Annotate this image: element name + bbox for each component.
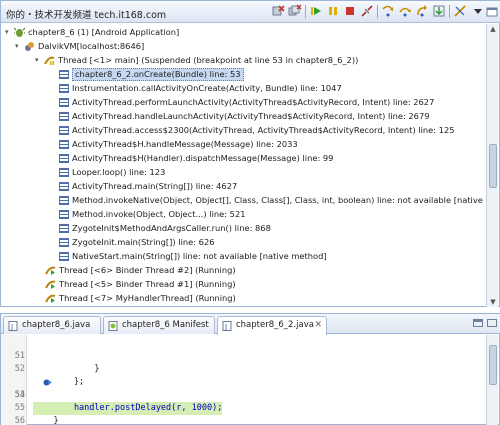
- code-line: 51 }: [1, 337, 487, 374]
- collapse-icon[interactable]: ▾: [35, 57, 42, 64]
- code-line: 55 }: [1, 389, 487, 425]
- toolbar-separator: [449, 5, 450, 18]
- java-file-icon: J: [222, 321, 232, 331]
- java-file-icon: J: [8, 321, 18, 331]
- stack-frame-label: ActivityThread.main(String[]) line: 4627: [72, 181, 238, 191]
- tab-chapter8-6-manifest[interactable]: chapter8_6 Manifest: [103, 316, 215, 334]
- stack-frame-icon: [59, 224, 69, 233]
- disconnect-icon[interactable]: [360, 4, 374, 18]
- suspend-icon[interactable]: [326, 4, 340, 18]
- stack-frame-label: Method.invoke(Object, Object...) line: 5…: [72, 209, 246, 219]
- code-line: 56 }: [1, 402, 487, 425]
- tab-chapter8-6-2-java[interactable]: J chapter8_6_2.java ✕: [217, 316, 327, 335]
- running-thread-icon: [45, 265, 56, 276]
- stack-frame-label: ActivityThread.handleLaunchActivity(Acti…: [72, 111, 430, 121]
- code-editor: J chapter8_6.java chapter8_6 Manifest J …: [0, 313, 500, 425]
- minimize-view-icon[interactable]: [485, 4, 499, 18]
- stack-frame-label: ZygoteInit.main(String[]) line: 626: [72, 237, 215, 247]
- scrollbar-thumb[interactable]: [489, 144, 497, 188]
- stack-frame-icon: [59, 196, 69, 205]
- breakpoint-icon[interactable]: [2, 365, 52, 386]
- stack-frame-icon: [59, 98, 69, 107]
- tab-label: chapter8_6 Manifest: [122, 320, 209, 330]
- scrollbar-thumb[interactable]: [489, 345, 497, 385]
- stack-frame-icon: [59, 112, 69, 121]
- stack-frame-icon: [59, 140, 69, 149]
- step-over-icon[interactable]: [398, 4, 412, 18]
- use-step-filters-icon[interactable]: [453, 4, 467, 18]
- code-area[interactable]: 51 } 52 }; 53 handler.postDelayed(r, 100…: [1, 335, 500, 425]
- minimize-editor-icon[interactable]: [473, 319, 483, 327]
- collapse-icon[interactable]: ▾: [5, 29, 12, 36]
- vertical-scrollbar[interactable]: ▲ ▼: [486, 24, 498, 307]
- stack-frame-label: NativeStart.main(String[]) line: not ava…: [72, 251, 327, 261]
- tree-label: Thread [<7> MyHandlerThread] (Running): [59, 293, 236, 303]
- stack-frame-icon: [59, 182, 69, 191]
- stack-frame-icon: [59, 70, 69, 79]
- remove-terminated-icon[interactable]: [271, 4, 285, 18]
- debug-target-icon: [24, 41, 35, 52]
- svg-text:J: J: [10, 323, 13, 331]
- stack-frame-icon: [59, 210, 69, 219]
- running-thread-icon: [45, 293, 56, 304]
- stack-frame-label: chapter8_6_2.onCreate(Bundle) line: 53: [72, 68, 244, 81]
- stack-frame-icon: [59, 126, 69, 135]
- svg-text:J: J: [224, 323, 227, 331]
- code-text: }: [33, 416, 59, 425]
- stack-frame-label: ZygoteInit$MethodAndArgsCaller.run() lin…: [72, 223, 271, 233]
- stack-frame-label: Method.invokeNative(Object, Object[], Cl…: [72, 195, 487, 205]
- tab-label: chapter8_6.java: [22, 320, 91, 330]
- tree-label: Thread [<6> Binder Thread #2] (Running): [59, 265, 236, 275]
- thread-tree: ▾ chapter8_6 (1) [Android Application] ▾…: [1, 24, 487, 307]
- step-into-icon[interactable]: [381, 4, 395, 18]
- stack-frame-label: Looper.loop() line: 123: [72, 167, 166, 177]
- tree-label: Thread [<1> main] (Suspended (breakpoint…: [58, 55, 359, 65]
- stack-frame-icon: [59, 238, 69, 247]
- code-line: 52 };: [1, 350, 487, 387]
- debug-toolbar: 你的・技术开发频道 tech.it168.com: [1, 1, 500, 23]
- debug-view: 你的・技术开发频道 tech.it168.com ▾ chapter8_6 (1…: [0, 0, 500, 307]
- running-thread-icon: [45, 279, 56, 290]
- stack-frame-label: ActivityThread.performLaunchActivity(Act…: [72, 97, 435, 107]
- tree-label: DalvikVM[localhost:8646]: [38, 41, 145, 51]
- tree-label: chapter8_6 (1) [Android Application]: [28, 27, 180, 37]
- code-line: 54: [1, 376, 487, 400]
- scroll-up-icon[interactable]: ▲: [489, 25, 497, 33]
- tab-chapter8-6-java[interactable]: J chapter8_6.java: [3, 316, 101, 334]
- stack-frame-label: ActivityThread$H.handleMessage(Message) …: [72, 139, 298, 149]
- android-manifest-icon: [108, 321, 118, 331]
- scroll-down-icon[interactable]: ▼: [489, 298, 497, 306]
- line-number: 56: [14, 416, 25, 425]
- terminate-icon[interactable]: [343, 4, 357, 18]
- editor-tab-bar: J chapter8_6.java chapter8_6 Manifest J …: [1, 314, 500, 335]
- collapse-icon[interactable]: ▾: [15, 43, 22, 50]
- current-code-line: 53 handler.postDelayed(r, 1000);: [1, 363, 487, 415]
- suspended-thread-icon: [44, 55, 55, 66]
- step-return-icon[interactable]: [415, 4, 429, 18]
- tree-label: Thread [<5> Binder Thread #1] (Running): [59, 279, 236, 289]
- editor-vertical-scrollbar[interactable]: [486, 335, 498, 425]
- stack-frame-icon: [59, 154, 69, 163]
- stack-frame-label: ActivityThread$H(Handler).dispatchMessag…: [72, 153, 334, 163]
- resume-icon[interactable]: [309, 4, 323, 18]
- drop-to-frame-icon[interactable]: [432, 4, 446, 18]
- toolbar-separator: [305, 5, 306, 18]
- stack-frame-icon: [59, 252, 69, 261]
- tab-label: chapter8_6_2.java: [236, 320, 314, 330]
- stack-frame-label: ActivityThread.access$2300(ActivityThrea…: [72, 125, 455, 135]
- remove-all-terminated-icon[interactable]: [288, 4, 302, 18]
- toolbar-separator: [377, 5, 378, 18]
- stack-frame-label: Instrumentation.callActivityOnCreate(Act…: [72, 83, 342, 93]
- stack-frame-icon: [59, 168, 69, 177]
- watermark-text: 你的・技术开发频道 tech.it168.com: [6, 10, 167, 21]
- debug-launch-icon: [13, 27, 26, 38]
- close-icon[interactable]: ✕: [314, 317, 322, 333]
- view-menu-icon[interactable]: [471, 4, 485, 18]
- maximize-editor-icon[interactable]: [487, 319, 497, 327]
- stack-frame-icon: [59, 84, 69, 93]
